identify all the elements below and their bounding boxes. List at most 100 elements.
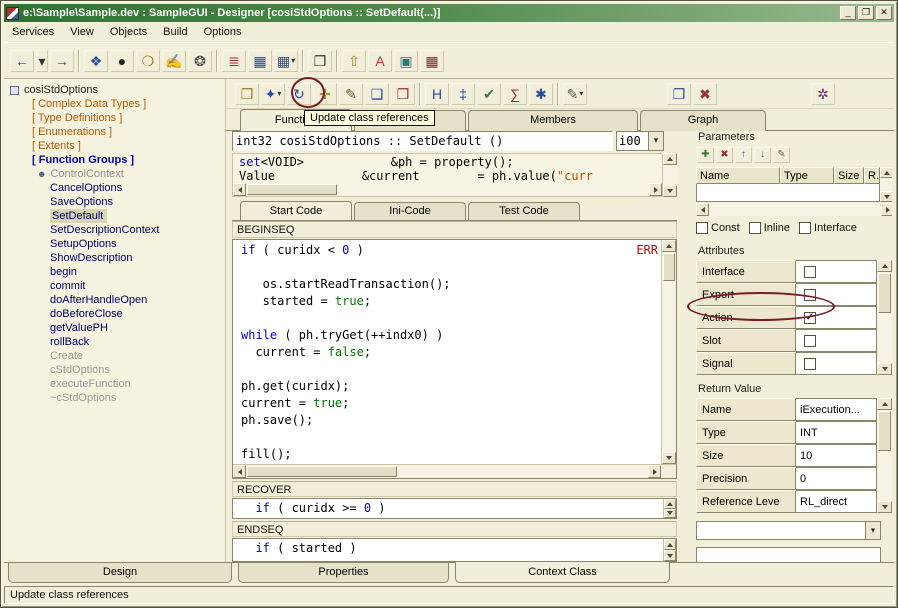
history-dropdown-icon[interactable]: ▾ (36, 50, 48, 72)
combo-dropdown-icon[interactable] (865, 522, 880, 539)
editor-vertical-scrollbar[interactable] (661, 240, 676, 464)
scroll-left-button[interactable] (696, 203, 709, 216)
scroll-up-button[interactable] (663, 153, 677, 165)
tree-item-setdefault[interactable]: SetDefault (4, 209, 225, 223)
parameters-vertical-scrollbar[interactable] (880, 167, 892, 202)
font-icon[interactable]: A (368, 50, 392, 72)
param-flag-const[interactable]: Const (696, 222, 740, 234)
minimize-button[interactable]: _ (840, 6, 856, 20)
update-class-references-icon[interactable]: ↻ (287, 83, 311, 105)
param-edit-icon[interactable]: ✎ (773, 147, 790, 163)
return-value-vertical-scrollbar[interactable] (877, 398, 892, 513)
menu-objects[interactable]: Objects (102, 23, 155, 41)
return-value-cell[interactable]: 0 (796, 467, 877, 490)
tree-item-complex-data-types[interactable]: [ Complex Data Types ] (4, 97, 225, 111)
calendar-icon[interactable]: ▦ (420, 50, 444, 72)
generate-icon[interactable]: ✛ (313, 83, 337, 105)
options-icon[interactable]: ✱ (529, 83, 553, 105)
menu-services[interactable]: Services (4, 23, 62, 41)
tree-item-begin[interactable]: begin (4, 265, 225, 279)
scroll-down-button[interactable] (664, 550, 676, 561)
param-flag-checkbox[interactable] (799, 222, 811, 234)
code-tab-test-code[interactable]: Test Code (468, 202, 580, 220)
tree-item-controlcontext[interactable]: ControlContext (4, 167, 225, 181)
code-tab-ini-code[interactable]: Ini-Code (354, 202, 466, 220)
scroll-left-button[interactable] (233, 465, 246, 478)
scrollbar-track[interactable] (662, 252, 676, 452)
tree-item-doafterhandleopen[interactable]: doAfterHandleOpen (4, 293, 225, 307)
tree-item-canceloptions[interactable]: CancelOptions (4, 181, 225, 195)
menu-options[interactable]: Options (196, 23, 250, 41)
function-signature-input[interactable] (232, 131, 613, 151)
attributes-vertical-scrollbar[interactable] (877, 260, 892, 375)
scrollbar-track[interactable] (709, 203, 881, 216)
endseq-code-text[interactable]: if ( started ) (233, 539, 663, 561)
project-tree-icon[interactable]: ❖ (84, 50, 108, 72)
return-value-cell[interactable]: RL_direct (796, 490, 877, 513)
param-flag-checkbox[interactable] (696, 222, 708, 234)
back-icon[interactable]: ← (10, 50, 34, 72)
view-tab-members[interactable]: Members (468, 110, 638, 131)
tree-item-getvalueph[interactable]: getValuePH (4, 321, 225, 335)
scrollbar-thumb[interactable] (878, 411, 891, 451)
view-tab-graph[interactable]: Graph (640, 110, 766, 131)
tree-item-setdescriptioncontext[interactable]: SetDescriptionContext (4, 223, 225, 237)
scroll-right-button[interactable] (649, 183, 662, 196)
globe-icon[interactable]: ❂ (188, 50, 212, 72)
scroll-down-button[interactable] (880, 191, 892, 202)
bottom-tab-context-class[interactable]: Context Class (455, 562, 670, 583)
scrollbar-thumb[interactable] (663, 253, 675, 281)
tree-item-commit[interactable]: commit (4, 279, 225, 293)
scrollbar-track[interactable] (663, 165, 677, 185)
scroll-up-button[interactable] (877, 398, 892, 410)
return-type-combo[interactable]: i00 (616, 131, 664, 151)
tree-item-rollback[interactable]: rollBack (4, 335, 225, 349)
tree-item-dobeforeclose[interactable]: doBeforeClose (4, 307, 225, 321)
param-flag-inline[interactable]: Inline (749, 222, 790, 234)
param-flag-checkbox[interactable] (749, 222, 761, 234)
code-editor-text[interactable]: ERRif ( curidx < 0 ) os.startReadTransac… (233, 240, 661, 464)
scroll-up-button[interactable] (664, 539, 676, 550)
tree-item-cstdoptions[interactable]: ~cStdOptions (4, 391, 225, 405)
attribute-checkbox-interface[interactable] (804, 266, 816, 278)
print-icon[interactable]: ❐ (308, 50, 332, 72)
tree-item-showdescription[interactable]: ShowDescription (4, 251, 225, 265)
parameters-empty-row[interactable] (696, 184, 880, 202)
scrollbar-track[interactable] (877, 410, 892, 501)
add-include-icon[interactable]: ‡ (451, 83, 475, 105)
bottom-tab-properties[interactable]: Properties (238, 563, 449, 583)
table-select-icon[interactable]: ▦ (274, 50, 298, 72)
attribute-checkbox-slot[interactable] (804, 335, 816, 347)
scroll-down-button[interactable] (877, 363, 892, 375)
recover-code-text[interactable]: if ( curidx >= 0 ) (233, 499, 663, 518)
param-up-icon[interactable]: ↑ (735, 147, 752, 163)
documentation-icon[interactable]: ❒ (391, 83, 415, 105)
edit-notes-icon[interactable]: ✍ (162, 50, 186, 72)
calculate-icon[interactable]: ∑ (503, 83, 527, 105)
scroll-right-button[interactable] (881, 203, 892, 216)
class-graph-icon[interactable]: ✲ (811, 83, 835, 105)
forward-icon[interactable]: → (50, 50, 74, 72)
attribute-checkbox-signal[interactable] (804, 358, 816, 370)
add-header-icon[interactable]: H (425, 83, 449, 105)
new-object-icon[interactable]: ✦ (261, 83, 285, 105)
table-edit-icon[interactable]: ▦ (248, 50, 272, 72)
scroll-up-button[interactable] (877, 260, 892, 272)
scrollbar-thumb[interactable] (878, 273, 891, 313)
tree-item-enumerations[interactable]: [ Enumerations ] (4, 125, 225, 139)
table-select-dropdown-icon[interactable] (291, 56, 295, 65)
attribute-checkbox-action[interactable] (804, 312, 816, 324)
menu-view[interactable]: View (62, 23, 102, 41)
image-icon[interactable]: ▣ (394, 50, 418, 72)
code-tab-start-code[interactable]: Start Code (240, 201, 352, 220)
tree-item-executefunction[interactable]: executeFunction (4, 377, 225, 391)
scrollbar-track[interactable] (246, 183, 649, 196)
endseq-scrollbar[interactable] (663, 539, 676, 561)
tree-item-extents[interactable]: [ Extents ] (4, 139, 225, 153)
tree-item-setupoptions[interactable]: SetupOptions (4, 237, 225, 251)
scrollbar-thumb[interactable] (247, 466, 397, 477)
context-combo[interactable] (696, 521, 881, 540)
param-delete-icon[interactable]: ✖ (716, 147, 733, 163)
scroll-up-button[interactable] (880, 167, 892, 178)
scroll-down-button[interactable] (664, 509, 676, 519)
